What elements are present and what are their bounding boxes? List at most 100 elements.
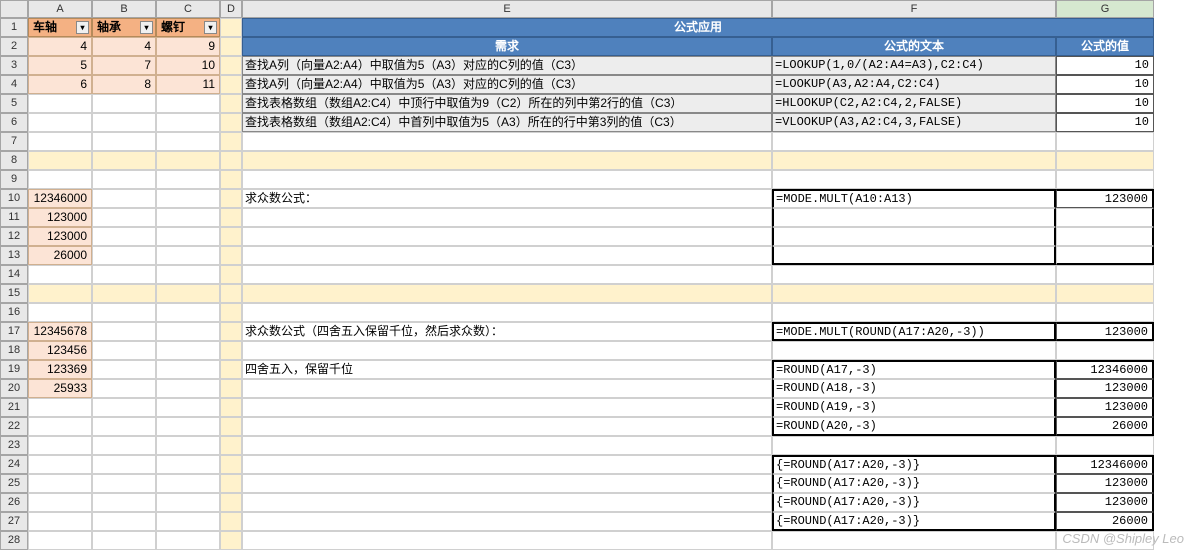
cell[interactable] xyxy=(242,455,772,474)
row-10[interactable]: 10 xyxy=(0,189,28,208)
cell[interactable] xyxy=(242,284,772,303)
cell[interactable] xyxy=(242,341,772,360)
cell[interactable]: =ROUND(A20,-3) xyxy=(772,417,1056,436)
cell[interactable] xyxy=(156,474,220,493)
cell[interactable] xyxy=(156,322,220,341)
cell[interactable] xyxy=(92,246,156,265)
cell[interactable] xyxy=(242,474,772,493)
cell[interactable] xyxy=(92,360,156,379)
cell[interactable] xyxy=(28,531,92,550)
cell[interactable] xyxy=(92,379,156,398)
cell[interactable] xyxy=(156,265,220,284)
col-A[interactable]: A xyxy=(28,0,92,18)
cell[interactable] xyxy=(156,227,220,246)
cell[interactable]: 8 xyxy=(92,75,156,94)
cell[interactable] xyxy=(1056,284,1154,303)
title-formula-app[interactable]: 公式应用 xyxy=(242,18,1154,37)
row-21[interactable]: 21 xyxy=(0,398,28,417)
sub-fval[interactable]: 公式的值 xyxy=(1056,37,1154,56)
cell[interactable] xyxy=(220,113,242,132)
cell[interactable] xyxy=(28,512,92,531)
cell[interactable]: 4 xyxy=(92,37,156,56)
cell[interactable] xyxy=(156,94,220,113)
cell[interactable] xyxy=(242,265,772,284)
cell[interactable] xyxy=(220,246,242,265)
cell[interactable]: 10 xyxy=(156,56,220,75)
cell[interactable] xyxy=(220,265,242,284)
row-9[interactable]: 9 xyxy=(0,170,28,189)
cell[interactable]: 25933 xyxy=(28,379,92,398)
hdr-bearing[interactable]: 轴承▾ xyxy=(92,18,156,37)
row-25[interactable]: 25 xyxy=(0,474,28,493)
cell[interactable] xyxy=(772,227,1056,246)
cell[interactable] xyxy=(242,227,772,246)
cell[interactable] xyxy=(92,493,156,512)
row-3[interactable]: 3 xyxy=(0,56,28,75)
cell[interactable] xyxy=(28,170,92,189)
mode-label[interactable]: 求众数公式： xyxy=(242,189,772,208)
cell[interactable] xyxy=(1056,303,1154,322)
cell[interactable] xyxy=(1056,246,1154,265)
cell[interactable]: 123000 xyxy=(28,208,92,227)
cell[interactable] xyxy=(156,398,220,417)
cell[interactable]: 11 xyxy=(156,75,220,94)
cell[interactable] xyxy=(1056,341,1154,360)
cell[interactable] xyxy=(772,341,1056,360)
cell[interactable]: 12346000 xyxy=(1056,360,1154,379)
cell[interactable] xyxy=(772,531,1056,550)
cell[interactable] xyxy=(92,151,156,170)
cell[interactable] xyxy=(28,417,92,436)
cell[interactable] xyxy=(156,417,220,436)
cell[interactable] xyxy=(220,360,242,379)
row-23[interactable]: 23 xyxy=(0,436,28,455)
cell[interactable]: 123456 xyxy=(28,341,92,360)
cell[interactable]: 12346000 xyxy=(1056,455,1154,474)
cell[interactable] xyxy=(220,227,242,246)
cell[interactable] xyxy=(156,379,220,398)
row-15[interactable]: 15 xyxy=(0,284,28,303)
row-12[interactable]: 12 xyxy=(0,227,28,246)
row-13[interactable]: 13 xyxy=(0,246,28,265)
cell[interactable] xyxy=(242,132,772,151)
cell[interactable]: 5 xyxy=(28,56,92,75)
cell[interactable] xyxy=(220,18,242,37)
cell[interactable] xyxy=(242,436,772,455)
cell[interactable] xyxy=(220,474,242,493)
cell[interactable]: {=ROUND(A17:A20,-3)} xyxy=(772,493,1056,512)
row-7[interactable]: 7 xyxy=(0,132,28,151)
cell[interactable] xyxy=(92,512,156,531)
cell[interactable]: {=ROUND(A17:A20,-3)} xyxy=(772,512,1056,531)
cell[interactable]: 12345678 xyxy=(28,322,92,341)
cell[interactable] xyxy=(92,417,156,436)
cell[interactable] xyxy=(156,151,220,170)
cell[interactable] xyxy=(220,37,242,56)
cell[interactable] xyxy=(242,531,772,550)
cell[interactable] xyxy=(28,284,92,303)
col-F[interactable]: F xyxy=(772,0,1056,18)
cell[interactable] xyxy=(156,512,220,531)
row-1[interactable]: 1 xyxy=(0,18,28,37)
row-19[interactable]: 19 xyxy=(0,360,28,379)
cell[interactable] xyxy=(772,208,1056,227)
cell[interactable] xyxy=(220,75,242,94)
cell[interactable] xyxy=(92,341,156,360)
cell[interactable] xyxy=(92,322,156,341)
row-22[interactable]: 22 xyxy=(0,417,28,436)
cell[interactable] xyxy=(220,379,242,398)
sub-ftxt[interactable]: 公式的文本 xyxy=(772,37,1056,56)
filter-dropdown-icon[interactable]: ▾ xyxy=(204,21,217,34)
cell[interactable] xyxy=(242,417,772,436)
cell[interactable] xyxy=(92,227,156,246)
cell[interactable] xyxy=(772,284,1056,303)
cell[interactable]: 123000 xyxy=(1056,474,1154,493)
cell[interactable] xyxy=(772,265,1056,284)
cell[interactable] xyxy=(92,474,156,493)
cell[interactable] xyxy=(156,493,220,512)
cell[interactable]: 10 xyxy=(1056,94,1154,113)
cell[interactable]: 查找表格数组（数组A2:C4）中首列中取值为5（A3）所在的行中第3列的值（C3… xyxy=(242,113,772,132)
cell[interactable] xyxy=(92,132,156,151)
cell[interactable]: 123369 xyxy=(28,360,92,379)
row-4[interactable]: 4 xyxy=(0,75,28,94)
cell[interactable] xyxy=(92,208,156,227)
filter-dropdown-icon[interactable]: ▾ xyxy=(140,21,153,34)
